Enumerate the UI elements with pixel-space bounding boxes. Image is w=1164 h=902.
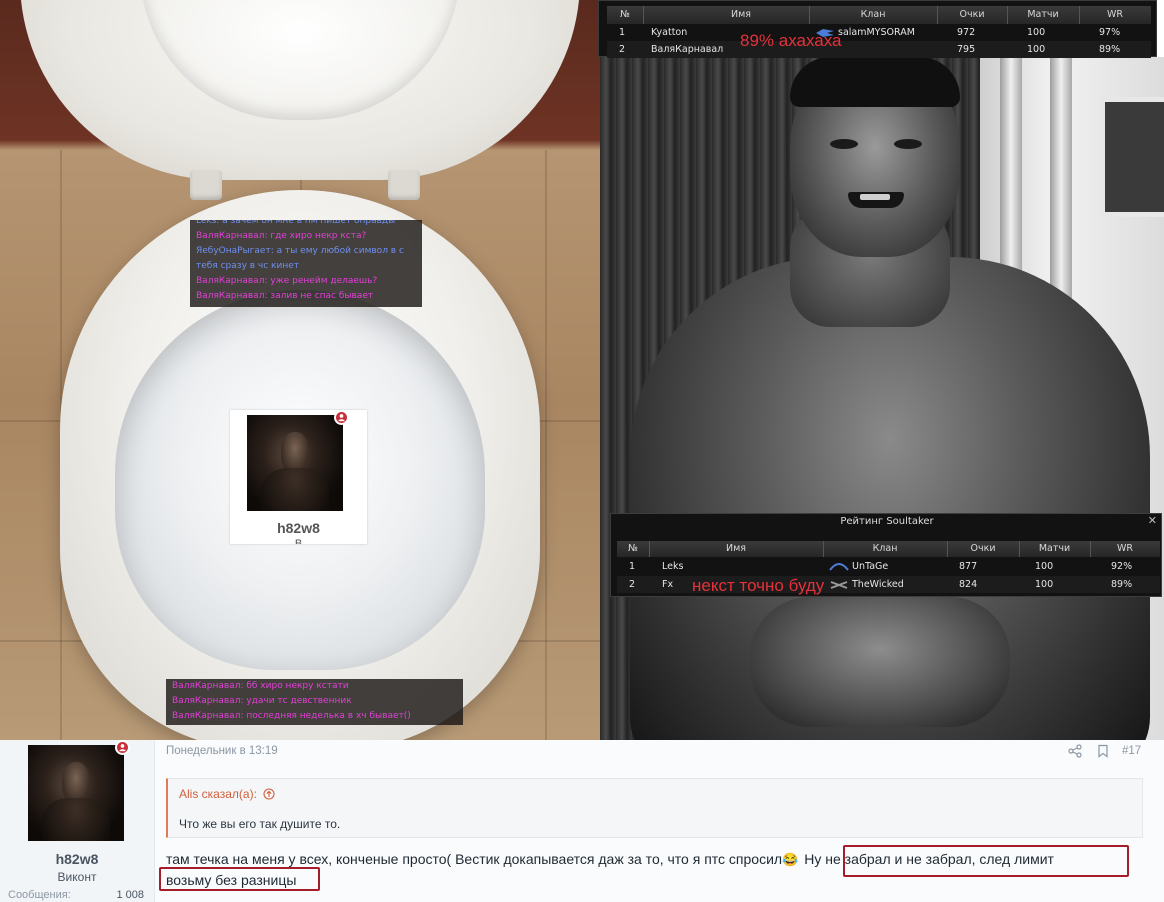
user-card-overlay: h82w8 В [230, 410, 367, 544]
chat-line: тебя сразу в чс кинет [196, 261, 299, 271]
user-status-icon [115, 740, 130, 755]
arrow-up-circle-icon[interactable] [263, 788, 275, 800]
col-header: Клан [860, 9, 886, 20]
post-timestamp[interactable]: Понедельник в 13:19 [166, 745, 278, 757]
quote-text: Что же вы его так душите то. [179, 817, 341, 831]
table-row: 2 ВаляКарнавал 795 100 89% [607, 41, 1151, 58]
cell-name: Kyatton [651, 27, 688, 38]
overlay-caption-bottom: некст точно буду [692, 576, 825, 595]
cell-rank: 1 [619, 27, 626, 38]
author-avatar[interactable] [28, 745, 124, 841]
cell-matches: 100 [1035, 561, 1054, 572]
col-header: № [620, 9, 630, 20]
author-stat-label: Сообщения: [8, 889, 71, 901]
col-header: Очки [970, 543, 996, 554]
cell-points: 877 [959, 561, 978, 572]
cell-matches: 100 [1027, 27, 1046, 38]
cell-wr: 89% [1099, 44, 1121, 55]
table-title: Рейтинг Soultaker [840, 516, 934, 527]
chat-line: ВаляКарнавал: бб хиро некру кстати [172, 681, 349, 691]
col-header: Матчи [1038, 543, 1071, 554]
col-header: № [628, 543, 638, 554]
cell-matches: 100 [1027, 44, 1046, 55]
laughing-emoji-icon: 😂 [782, 852, 799, 867]
user-title: В [294, 538, 303, 544]
toilet-photo [0, 0, 600, 740]
table-row: 1 Kyatton salamMYSORAM 972 100 97% [607, 24, 1151, 41]
col-header: Клан [872, 543, 898, 554]
user-status-icon [334, 410, 349, 425]
cell-name: ВаляКарнавал [651, 44, 724, 55]
cell-wr: 92% [1111, 561, 1133, 572]
cell-clan: TheWicked [829, 576, 904, 593]
cell-points: 795 [957, 44, 976, 55]
avatar [247, 415, 343, 511]
post-author-panel: h82w8 Виконт Сообщения: 1 008 [0, 740, 155, 902]
cell-rank: 2 [619, 44, 626, 55]
clan-emblem-icon [830, 580, 848, 589]
table-row: 1 Leks UnTaGe 877 100 92% [617, 558, 1160, 575]
col-header: WR [1107, 9, 1123, 20]
game-chat-top: Leks: а зачем он мне в пм пишет оправды … [190, 220, 422, 307]
highlight-box [843, 845, 1129, 877]
col-header: Очки [959, 9, 985, 20]
bookmark-icon[interactable] [1096, 744, 1110, 758]
close-icon[interactable]: ✕ [1148, 514, 1157, 527]
cell-matches: 100 [1035, 579, 1054, 590]
cell-points: 824 [959, 579, 978, 590]
author-rank: Виконт [57, 870, 97, 884]
cell-rank: 1 [629, 561, 636, 572]
cell-name: Fx [662, 579, 674, 590]
quote-block: Alis сказал(а): Что же вы его так душите… [166, 778, 1143, 838]
cell-clan: UnTaGe [829, 558, 888, 575]
chat-line: ЯебуОнаРыгает: а ты ему любой символ в с [196, 246, 404, 256]
chat-line: ВаляКарнавал: последняя неделька в хч бы… [172, 711, 411, 721]
col-header: Матчи [1027, 9, 1059, 20]
quote-header[interactable]: Alis сказал(а): [179, 787, 275, 801]
col-header: WR [1117, 543, 1133, 554]
chat-line: ВаляКарнавал: удачи тс девственник [172, 696, 352, 706]
boxer-photo [600, 57, 1164, 740]
username: h82w8 [277, 520, 320, 536]
cell-wr: 97% [1099, 27, 1121, 38]
chat-line: ВаляКарнавал: уже ренейм делаешь? [196, 276, 378, 286]
cell-wr: 89% [1111, 579, 1133, 590]
col-header: Имя [726, 543, 746, 554]
cell-points: 972 [957, 27, 976, 38]
clan-emblem-icon [829, 562, 849, 571]
table-header: № Имя Клан Очки Матчи WR [617, 541, 1160, 557]
cell-name: Leks [662, 561, 684, 572]
game-chat-bottom: ВаляКарнавал: бб хиро некру кстати ВаляК… [166, 679, 463, 725]
table-header: № Имя Клан Очки Матчи WR [607, 6, 1151, 24]
chat-line: ВаляКарнавал: где хиро некр кста? [196, 231, 367, 241]
overlay-caption-top: 89% ахахаха [740, 31, 842, 50]
post-number-link[interactable]: #17 [1122, 745, 1141, 757]
share-icon[interactable] [1068, 744, 1082, 758]
cell-rank: 2 [629, 579, 636, 590]
ranking-table-top: № Имя Клан Очки Матчи WR 1 Kyatton salam… [598, 0, 1157, 58]
chat-line: Leks: а зачем он мне в пм пишет оправды [196, 220, 396, 226]
author-username[interactable]: h82w8 [0, 851, 154, 867]
highlight-box [159, 867, 320, 891]
chat-line: ВаляКарнавал: залив не спас бывает [196, 291, 374, 301]
author-stat-value: 1 008 [116, 889, 144, 901]
